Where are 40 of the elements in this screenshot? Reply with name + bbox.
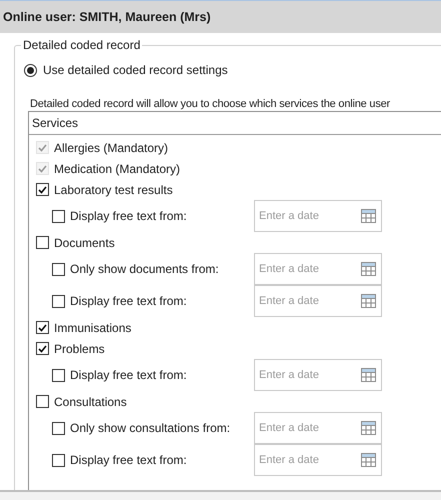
checkbox[interactable] [52, 262, 65, 276]
option-label[interactable]: Display free text from: [70, 366, 187, 384]
checkbox[interactable] [52, 368, 65, 382]
date-field[interactable]: Enter a date [254, 253, 382, 285]
date-field[interactable]: Enter a date [254, 359, 382, 391]
calendar-icon[interactable] [361, 209, 376, 223]
checkbox[interactable] [36, 236, 49, 249]
service-label[interactable]: Documents [54, 234, 115, 252]
date-field[interactable]: Enter a date [254, 444, 382, 476]
option-label[interactable]: Only show consultations from: [70, 419, 230, 437]
checkbox[interactable] [52, 294, 65, 308]
checkbox[interactable] [52, 422, 65, 434]
services-heading: Services [32, 115, 78, 132]
service-label[interactable]: Laboratory test results [54, 180, 173, 198]
checkbox[interactable] [36, 395, 49, 408]
radio-button[interactable] [24, 64, 37, 76]
header-title: Online user: SMITH, Maureen (Mrs) [3, 8, 211, 26]
checkbox[interactable] [36, 183, 49, 196]
radio-label[interactable]: Use detailed coded record settings [43, 61, 228, 79]
calendar-icon[interactable] [361, 294, 376, 308]
checkbox[interactable] [36, 321, 49, 334]
checkbox[interactable] [36, 342, 49, 355]
date-field[interactable]: Enter a date [254, 285, 382, 317]
date-field[interactable]: Enter a date [254, 200, 382, 232]
service-label[interactable]: Immunisations [54, 318, 132, 336]
calendar-icon[interactable] [361, 368, 376, 382]
option-label[interactable]: Display free text from: [70, 451, 187, 469]
checkbox[interactable] [52, 210, 65, 222]
description-text: Detailed coded record will allow you to choose which services the online user [30, 98, 390, 110]
group-title: Detailed coded record [21, 38, 142, 52]
calendar-icon[interactable] [361, 453, 376, 467]
checkbox[interactable] [52, 454, 65, 466]
option-label[interactable]: Display free text from: [70, 207, 187, 225]
calendar-icon[interactable] [361, 421, 376, 435]
service-label[interactable]: Problems [54, 340, 105, 358]
service-label[interactable]: Consultations [54, 392, 127, 410]
calendar-icon[interactable] [361, 262, 376, 276]
option-label[interactable]: Only show documents from: [70, 260, 219, 278]
date-field[interactable]: Enter a date [254, 412, 382, 444]
option-label[interactable]: Display free text from: [70, 292, 187, 310]
